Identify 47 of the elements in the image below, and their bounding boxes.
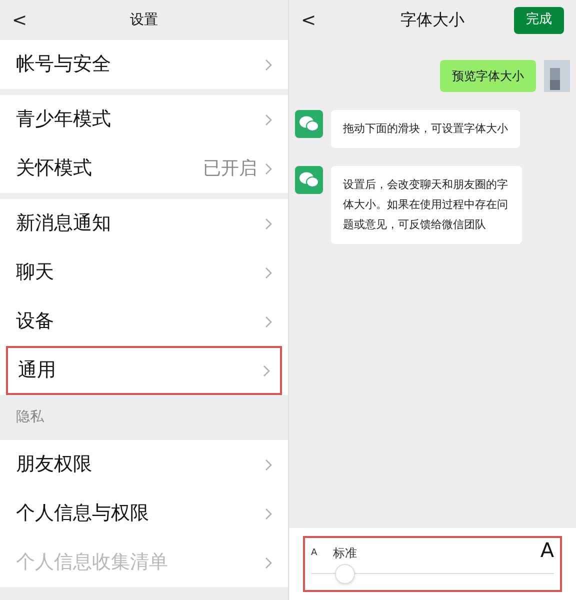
font-size-slider[interactable]: A 标准 A	[303, 536, 562, 592]
chat-app-icon	[295, 166, 323, 194]
item-label: 青少年模式	[16, 107, 112, 132]
item-label: 帐号与安全	[16, 52, 112, 78]
settings-item[interactable]: 朋友权限	[0, 440, 288, 489]
back-button[interactable]: <	[12, 6, 28, 34]
settings-item[interactable]: 聊天	[0, 248, 288, 297]
item-label: 聊天	[16, 260, 55, 286]
chevron-icon	[263, 364, 270, 376]
item-label: 通用	[18, 358, 57, 384]
section-header: 隐私	[15, 408, 45, 427]
done-button[interactable]: 完成	[514, 6, 564, 34]
settings-item[interactable]: 新消息通知	[0, 199, 288, 248]
settings-item[interactable]: 个人信息与权限	[0, 489, 288, 538]
item-label: 新消息通知	[16, 211, 112, 236]
small-a-label: A	[311, 546, 318, 560]
chevron-icon	[265, 508, 272, 520]
settings-item[interactable]: 青少年模式	[0, 95, 288, 144]
chevron-icon	[265, 162, 272, 174]
settings-item[interactable]: 设备	[0, 297, 288, 346]
chevron-icon	[265, 58, 272, 70]
item-label: 设备	[16, 309, 55, 334]
item-value: 已开启	[203, 157, 257, 181]
slider-value: 标准	[333, 545, 358, 562]
large-a-label: A	[540, 538, 554, 562]
item-label: 个人信息与权限	[16, 501, 150, 526]
item-label: 关怀模式	[16, 156, 93, 182]
chevron-icon	[265, 218, 272, 230]
settings-item[interactable]: 通用	[6, 346, 282, 395]
chevron-icon	[265, 556, 272, 568]
message-bubble: 拖动下面的滑块，可设置字体大小	[331, 110, 520, 148]
item-label: 个人信息收集清单	[16, 550, 169, 576]
back-button[interactable]: <	[301, 6, 316, 34]
settings-item[interactable]: 关怀模式 已开启	[0, 144, 288, 193]
slider-thumb[interactable]	[335, 564, 356, 584]
avatar-icon	[544, 60, 570, 92]
page-title: 设置	[130, 10, 158, 30]
chat-app-icon	[295, 110, 323, 138]
chevron-icon	[265, 316, 272, 328]
chevron-icon	[265, 266, 272, 278]
page-title: 字体大小	[400, 9, 464, 31]
message-bubble: 预览字体大小	[440, 60, 536, 92]
chevron-icon	[265, 458, 272, 470]
settings-item[interactable]: 帐号与安全	[0, 40, 288, 89]
chevron-icon	[265, 114, 272, 126]
item-label: 朋友权限	[16, 452, 93, 478]
message-bubble: 设置后，会改变聊天和朋友圈的字体大小。如果在使用过程中存在问题或意见，可反馈给微信团队	[331, 166, 522, 244]
